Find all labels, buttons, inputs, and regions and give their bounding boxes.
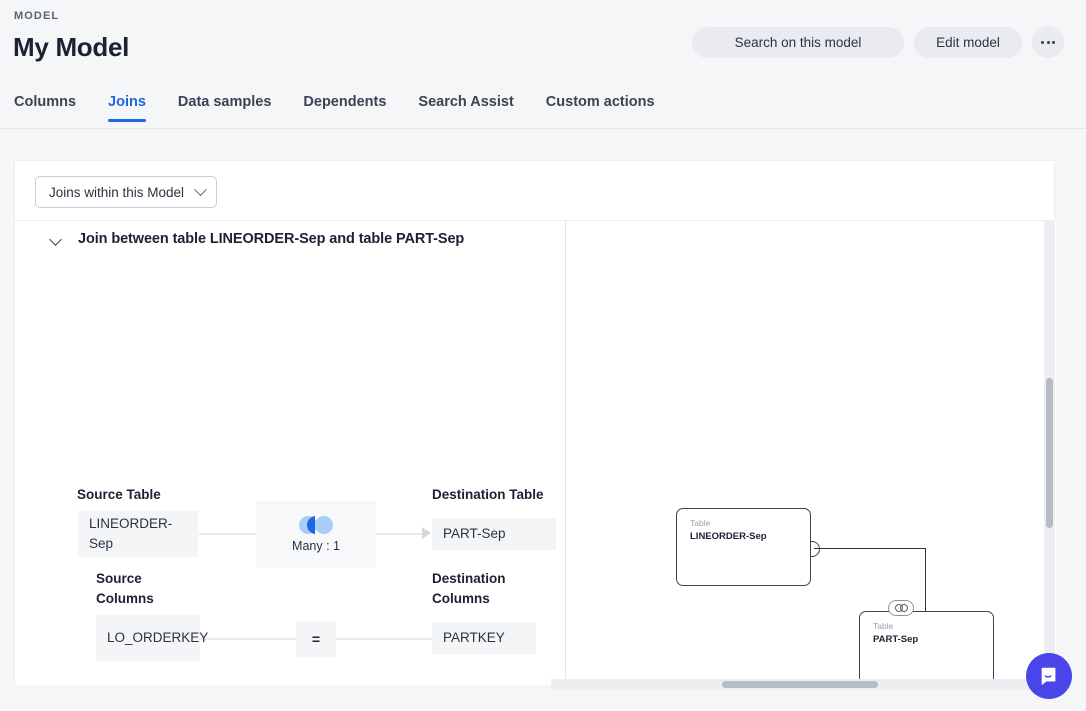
page-title: My Model bbox=[13, 32, 129, 63]
connector-line bbox=[336, 638, 432, 640]
header-actions: Search on this model Edit model bbox=[692, 26, 1064, 58]
source-table-chip[interactable]: LINEORDER-Sep bbox=[78, 511, 198, 557]
join-operator-box: = bbox=[296, 621, 336, 657]
join-detail-pane: Join between table LINEORDER-Sep and tab… bbox=[15, 221, 566, 685]
destination-columns-label: Destination Columns bbox=[432, 569, 542, 609]
destination-table-chip[interactable]: PART-Sep bbox=[432, 518, 556, 550]
tab-search-assist[interactable]: Search Assist bbox=[402, 94, 529, 122]
join-cardinality-label: Many : 1 bbox=[292, 539, 340, 553]
chevron-down-icon bbox=[194, 183, 207, 196]
join-cardinality-box[interactable]: Many : 1 bbox=[256, 501, 376, 568]
search-on-model-button[interactable]: Search on this model bbox=[692, 27, 904, 58]
tab-bar: Columns Joins Data samples Dependents Se… bbox=[14, 94, 671, 122]
joins-card: Joins within this Model Join between tab… bbox=[14, 160, 1055, 685]
tab-custom-actions[interactable]: Custom actions bbox=[530, 94, 671, 122]
card-toolbar: Joins within this Model bbox=[15, 161, 1054, 221]
connector-line bbox=[200, 638, 296, 640]
node-name-label: LINEORDER-Sep bbox=[690, 531, 767, 542]
crowsfoot-icon bbox=[810, 541, 818, 555]
joins-scope-select-value: Joins within this Model bbox=[49, 185, 184, 200]
page-header: MODEL My Model Search on this model Edit… bbox=[0, 0, 1086, 129]
join-title: Join between table LINEORDER-Sep and tab… bbox=[78, 231, 464, 247]
horizontal-scrollbar-thumb[interactable] bbox=[722, 681, 878, 688]
chat-bubble-icon bbox=[1038, 665, 1060, 687]
join-link-icon bbox=[895, 604, 908, 612]
tab-dependents[interactable]: Dependents bbox=[287, 94, 402, 122]
venn-join-icon bbox=[299, 516, 333, 534]
source-columns-label: Source Columns bbox=[96, 569, 192, 609]
edge-line bbox=[814, 548, 926, 549]
edge-join-badge[interactable] bbox=[888, 600, 914, 616]
breadcrumb-eyebrow: MODEL bbox=[14, 10, 59, 22]
edit-model-button[interactable]: Edit model bbox=[914, 27, 1022, 58]
join-diagram-canvas[interactable]: Table LINEORDER-Sep Table PART-Sep 56% bbox=[566, 221, 1056, 685]
diagram-node-lineorder[interactable]: Table LINEORDER-Sep bbox=[676, 508, 811, 586]
arrow-icon bbox=[422, 527, 431, 539]
tab-data-samples[interactable]: Data samples bbox=[162, 94, 288, 122]
ellipsis-icon bbox=[1041, 41, 1055, 44]
more-options-button[interactable] bbox=[1032, 26, 1064, 58]
node-name-label: PART-Sep bbox=[873, 634, 918, 645]
connector-line bbox=[376, 533, 424, 535]
source-column-chip[interactable]: LO_ORDERKEY bbox=[96, 615, 200, 661]
destination-table-label: Destination Table bbox=[432, 485, 544, 505]
tab-columns[interactable]: Columns bbox=[14, 94, 92, 122]
source-table-label: Source Table bbox=[77, 485, 161, 505]
destination-column-chip[interactable]: PARTKEY bbox=[432, 622, 536, 654]
connector-line bbox=[199, 533, 257, 535]
node-kind-label: Table bbox=[873, 621, 893, 631]
joins-scope-select[interactable]: Joins within this Model bbox=[35, 176, 217, 208]
intercom-chat-button[interactable] bbox=[1026, 653, 1072, 699]
tab-joins[interactable]: Joins bbox=[92, 94, 162, 122]
node-kind-label: Table bbox=[690, 518, 710, 528]
diagram-node-part[interactable]: Table PART-Sep bbox=[859, 611, 994, 685]
vertical-scrollbar-thumb[interactable] bbox=[1046, 378, 1053, 528]
